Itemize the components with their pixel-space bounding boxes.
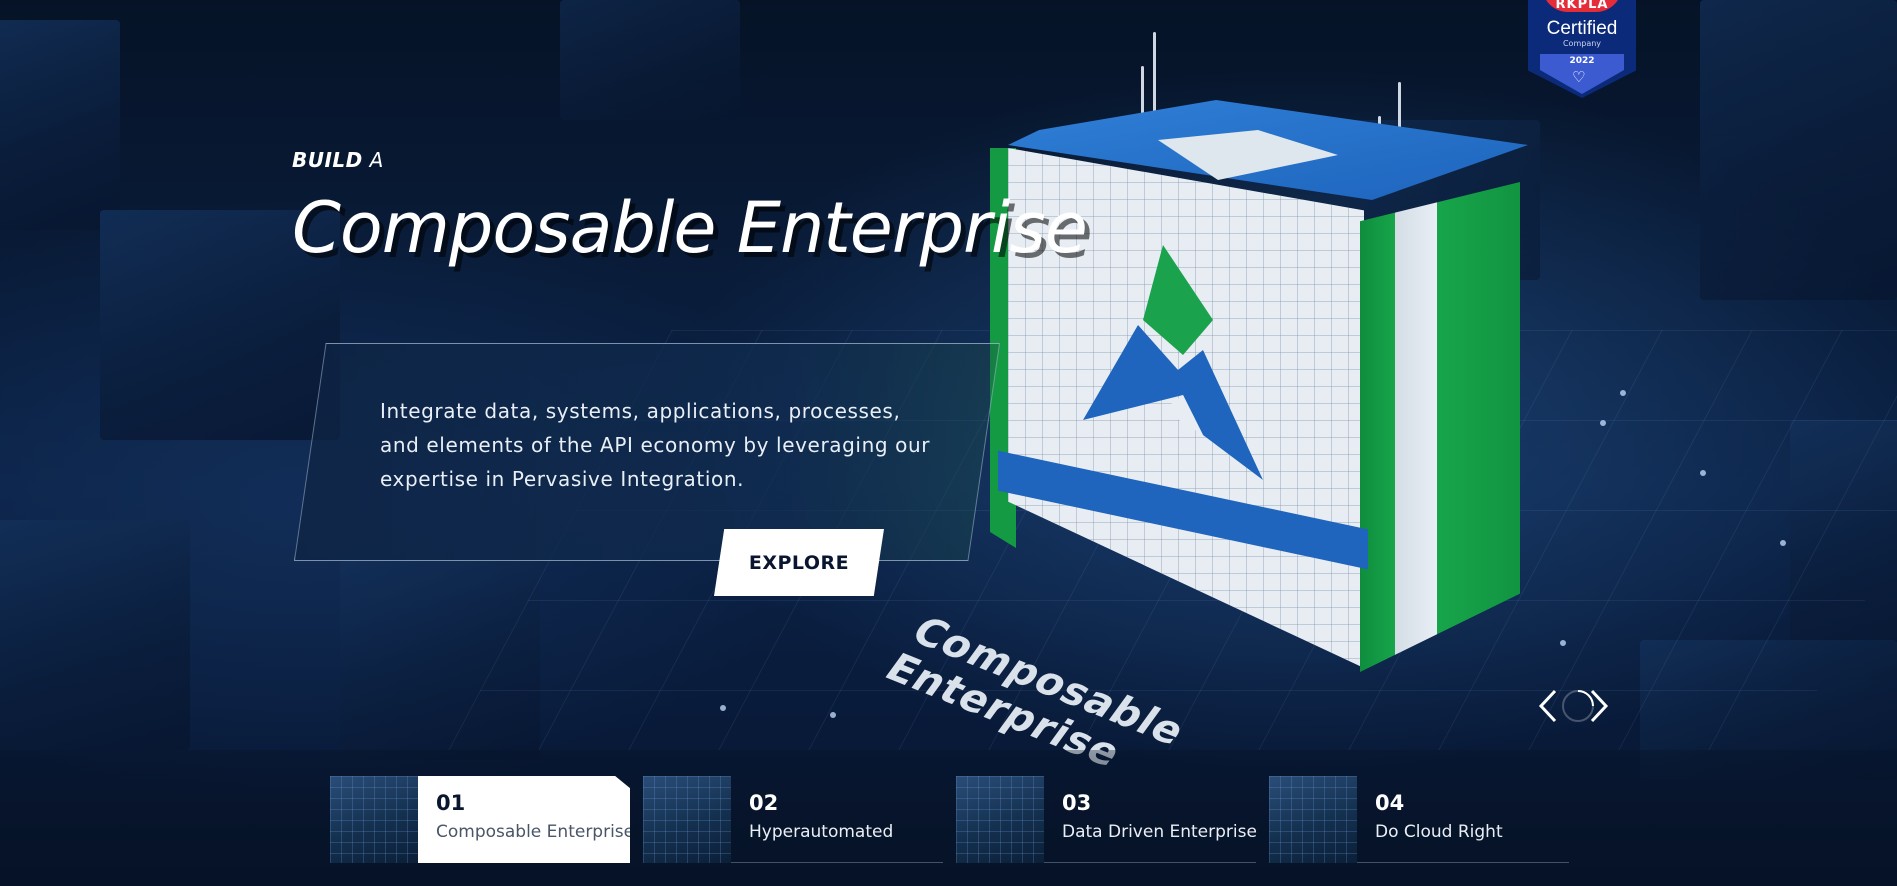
eyebrow-bold: BUILD: [292, 148, 363, 172]
brand-logo-icon: [1083, 245, 1263, 480]
badge-company: Company: [1562, 39, 1602, 48]
slide-thumb-4[interactable]: 04 Do Cloud Right: [1269, 776, 1569, 863]
slide-thumb-image: [643, 776, 731, 863]
light-dot: [1700, 470, 1706, 476]
slide-number: 01: [436, 791, 466, 815]
hero-description: Integrate data, systems, applications, p…: [380, 399, 931, 491]
slide-thumb-3[interactable]: 03 Data Driven Enterprise: [956, 776, 1257, 863]
explore-button[interactable]: EXPLORE: [714, 529, 884, 596]
chevron-right-icon[interactable]: [1586, 688, 1612, 724]
slide-name: Hyperautomated: [749, 822, 894, 842]
light-dot: [1560, 640, 1566, 646]
slide-thumb-image: [956, 776, 1044, 863]
bg-block: [560, 0, 740, 120]
bg-block: [0, 520, 190, 750]
slide-number: 02: [749, 791, 779, 815]
slide-number: 03: [1062, 791, 1092, 815]
slide-name: Do Cloud Right: [1375, 822, 1503, 842]
light-dot: [720, 705, 726, 711]
slide-thumb-2[interactable]: 02 Hyperautomated: [643, 776, 943, 863]
light-dot: [1600, 420, 1606, 426]
slide-name: Data Driven Enterprise: [1062, 822, 1257, 842]
slide-thumb-image: [1269, 776, 1357, 863]
slide-thumb-info: 02 Hyperautomated: [731, 776, 943, 863]
slide-thumb-image: [330, 776, 418, 863]
hero-section: Composable Enterprise BUILD A Composable…: [0, 0, 1897, 886]
slide-thumb-underline: [1357, 862, 1569, 863]
slide-thumbnails-bar: [0, 750, 1897, 886]
antenna: [1153, 32, 1156, 122]
light-dot: [830, 712, 836, 718]
light-dot: [1780, 540, 1786, 546]
certified-badge: RKPLA Certified Company 2022 ♡: [1528, 0, 1636, 98]
badge-certified: Certified: [1546, 18, 1618, 39]
slide-thumb-1[interactable]: 01 Composable Enterprise: [330, 776, 630, 863]
hero-title: Composable Enterprise: [292, 187, 1088, 269]
eyebrow-light: A: [369, 148, 384, 172]
slide-thumb-underline: [731, 862, 943, 863]
slide-thumb-underline: [1044, 862, 1256, 863]
badge-banner: RKPLA: [1542, 0, 1622, 12]
bg-block: [0, 20, 120, 230]
heart-icon: ♡: [1572, 68, 1586, 86]
badge-year: 2022: [1569, 56, 1595, 66]
slide-thumb-info: 04 Do Cloud Right: [1357, 776, 1569, 863]
slide-thumb-info: 01 Composable Enterprise: [418, 776, 630, 863]
slide-name: Composable Enterprise: [436, 822, 635, 842]
slide-number: 04: [1375, 791, 1405, 815]
building-side: [1360, 182, 1520, 672]
chevron-left-icon[interactable]: [1535, 688, 1561, 724]
light-dot: [1620, 390, 1626, 396]
hero-eyebrow: BUILD A: [292, 148, 384, 172]
slide-thumb-info: 03 Data Driven Enterprise: [1044, 776, 1257, 863]
bg-block: [1700, 0, 1897, 300]
